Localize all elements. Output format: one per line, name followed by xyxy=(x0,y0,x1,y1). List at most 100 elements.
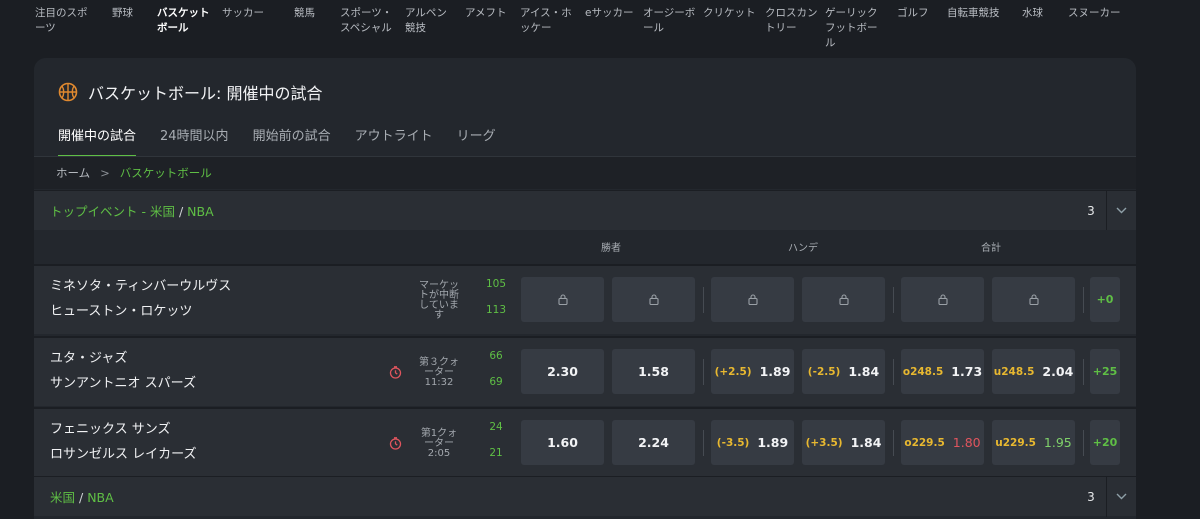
odds-over-button[interactable] xyxy=(901,277,984,322)
home-team-name[interactable]: ユタ・ジャズ xyxy=(50,347,127,366)
sport-nav-item[interactable]: クロスカン トリー xyxy=(765,6,818,36)
odds-under-button[interactable]: u229.5 1.95 xyxy=(992,420,1075,465)
home-score: 105 xyxy=(486,278,507,290)
odds-home-win-button[interactable]: 1.60 xyxy=(521,420,604,465)
odds-value: 1.84 xyxy=(848,364,880,379)
column-handicap: ハンデ xyxy=(788,243,818,254)
chevron-down-icon xyxy=(1116,493,1127,500)
sport-nav-item[interactable]: アルペン 競技 xyxy=(405,6,447,36)
sport-nav-item[interactable]: 注目のスポ ーツ xyxy=(35,6,88,36)
sport-nav-item[interactable]: eサッカー xyxy=(585,6,633,21)
home-team-name[interactable]: ミネソタ・ティンバーウルヴス xyxy=(50,275,231,294)
sport-nav-item[interactable]: スヌーカー xyxy=(1068,6,1121,21)
sport-nav-item[interactable]: アイス・ホ ッケー xyxy=(520,6,572,36)
odds-home-handicap-button[interactable] xyxy=(711,277,794,322)
sport-nav-item[interactable]: ゴルフ xyxy=(897,6,929,21)
section-title[interactable]: 米国 / NBA xyxy=(34,487,1076,506)
tab-0[interactable]: 開催中の試合 xyxy=(58,125,137,157)
live-clock-icon xyxy=(389,366,402,379)
more-markets-button[interactable]: +20 xyxy=(1090,420,1120,465)
odds-away-handicap-button[interactable]: (+3.5) 1.84 xyxy=(802,420,885,465)
section-header-top-events[interactable]: トップイベント - 米国 / NBA 3 xyxy=(34,190,1136,231)
collapse-toggle[interactable] xyxy=(1106,476,1136,517)
section-title-region: トップイベント - 米国 xyxy=(50,204,175,219)
sport-nav-item[interactable]: クリケット xyxy=(703,6,756,21)
odds-away-win-button[interactable]: 2.24 xyxy=(612,420,695,465)
odds-under-button[interactable]: u248.5 2.04 xyxy=(992,349,1075,394)
lock-icon xyxy=(648,294,659,305)
odds-away-handicap-button[interactable]: (-2.5) 1.84 xyxy=(802,349,885,394)
lock-icon xyxy=(747,294,758,305)
market-divider xyxy=(703,287,704,313)
match-row[interactable]: ユタ・ジャズ サンアントニオ スパーズ 第３クォ ーター 11:32 66 69 2.30 1.… xyxy=(34,336,1136,406)
odds-line: (-2.5) xyxy=(807,365,841,378)
match-row[interactable]: フェニックス サンズ ロサンゼルス レイカーズ 第1クォ ーター 2:05 24 21 1.6… xyxy=(34,407,1136,477)
odds-away-win-button[interactable]: 1.58 xyxy=(612,349,695,394)
odds-line: u229.5 xyxy=(995,436,1036,449)
sport-nav-item[interactable]: ゲーリック フットボー ル xyxy=(825,6,878,51)
odds-value: 1.60 xyxy=(547,435,578,450)
panel-header: バスケットボール: 開催中の試合 開催中の試合 24時間以内 開始前の試合 アウトライ… xyxy=(34,58,1136,189)
title-row: バスケットボール: 開催中の試合 xyxy=(58,80,322,104)
odds-over-button[interactable]: o248.5 1.73 xyxy=(901,349,984,394)
odds-home-win-button[interactable]: 2.30 xyxy=(521,349,604,394)
market-divider xyxy=(703,430,704,456)
more-markets-button[interactable]: +25 xyxy=(1090,349,1120,394)
odds-away-handicap-button[interactable] xyxy=(802,277,885,322)
more-markets-button[interactable]: +0 xyxy=(1090,277,1120,322)
odds-line: (-3.5) xyxy=(716,436,750,449)
tab-bar: 開催中の試合 24時間以内 開始前の試合 アウトライト リーグ xyxy=(58,125,520,157)
tab-2[interactable]: 開始前の試合 xyxy=(253,125,331,157)
column-winner: 勝者 xyxy=(601,243,621,254)
tab-4[interactable]: リーグ xyxy=(457,125,496,157)
section-count: 3 xyxy=(1087,489,1095,504)
match-status: 第1クォ ーター 2:05 xyxy=(410,429,468,459)
odds-over-button[interactable]: o229.5 1.80 xyxy=(901,420,984,465)
section-title-league: NBA xyxy=(187,204,214,219)
collapse-toggle[interactable] xyxy=(1106,190,1136,231)
sport-nav-item[interactable]: オージーボ ール xyxy=(643,6,695,36)
breadcrumb-separator: > xyxy=(100,166,110,180)
odds-home-handicap-button[interactable]: (-3.5) 1.89 xyxy=(711,420,794,465)
home-score: 24 xyxy=(489,421,503,433)
breadcrumb-home[interactable]: ホーム xyxy=(56,165,90,181)
away-team-name[interactable]: ロサンゼルス レイカーズ xyxy=(50,443,196,462)
sport-nav-item[interactable]: 野球 xyxy=(112,6,133,21)
odds-home-win-button[interactable] xyxy=(521,277,604,322)
breadcrumb: ホーム > バスケットボール xyxy=(34,156,1136,189)
sport-nav-item[interactable]: アメフト xyxy=(465,6,506,21)
match-status: 第３クォ ーター 11:32 xyxy=(410,358,468,388)
odds-away-win-button[interactable] xyxy=(612,277,695,322)
sport-nav-item[interactable]: サッカー xyxy=(222,6,264,21)
lock-icon xyxy=(937,294,948,305)
live-events-panel: バスケットボール: 開催中の試合 開催中の試合 24時間以内 開始前の試合 アウトライ… xyxy=(34,58,1136,519)
sport-nav-item[interactable]: 自転車競技 xyxy=(947,6,1000,21)
page-title: バスケットボール: 開催中の試合 xyxy=(88,84,323,103)
away-score: 69 xyxy=(489,376,503,388)
section-header-nba[interactable]: 米国 / NBA 3 xyxy=(34,476,1136,517)
odds-value: 2.30 xyxy=(547,364,578,379)
sport-nav-item[interactable]: 水球 xyxy=(1022,6,1043,21)
odds-value: 1.58 xyxy=(638,364,669,379)
away-team-name[interactable]: ヒューストン・ロケッツ xyxy=(50,300,192,319)
sport-nav-item[interactable]: スポーツ・ スペシャル xyxy=(340,6,392,36)
odds-value: 1.89 xyxy=(759,364,791,379)
section-title[interactable]: トップイベント - 米国 / NBA xyxy=(34,201,1076,220)
home-team-name[interactable]: フェニックス サンズ xyxy=(50,418,170,437)
market-divider xyxy=(1083,287,1084,313)
odds-line: (+2.5) xyxy=(714,365,752,378)
sport-nav-item[interactable]: バスケット ボール xyxy=(157,6,210,36)
away-score: 113 xyxy=(486,304,507,316)
match-row[interactable]: ミネソタ・ティンバーウルヴス ヒューストン・ロケッツ マーケッ トが中断 しています 10… xyxy=(34,264,1136,334)
odds-under-button[interactable] xyxy=(992,277,1075,322)
odds-line: o248.5 xyxy=(902,365,944,378)
sport-nav-item[interactable]: 競馬 xyxy=(294,6,315,21)
odds-line: (+3.5) xyxy=(805,436,843,449)
tab-1[interactable]: 24時間以内 xyxy=(160,125,229,157)
tab-3[interactable]: アウトライト xyxy=(355,125,433,157)
breadcrumb-current[interactable]: バスケットボール xyxy=(120,165,212,181)
away-team-name[interactable]: サンアントニオ スパーズ xyxy=(50,372,196,391)
odds-home-handicap-button[interactable]: (+2.5) 1.89 xyxy=(711,349,794,394)
market-divider xyxy=(893,430,894,456)
lock-icon xyxy=(838,294,849,305)
